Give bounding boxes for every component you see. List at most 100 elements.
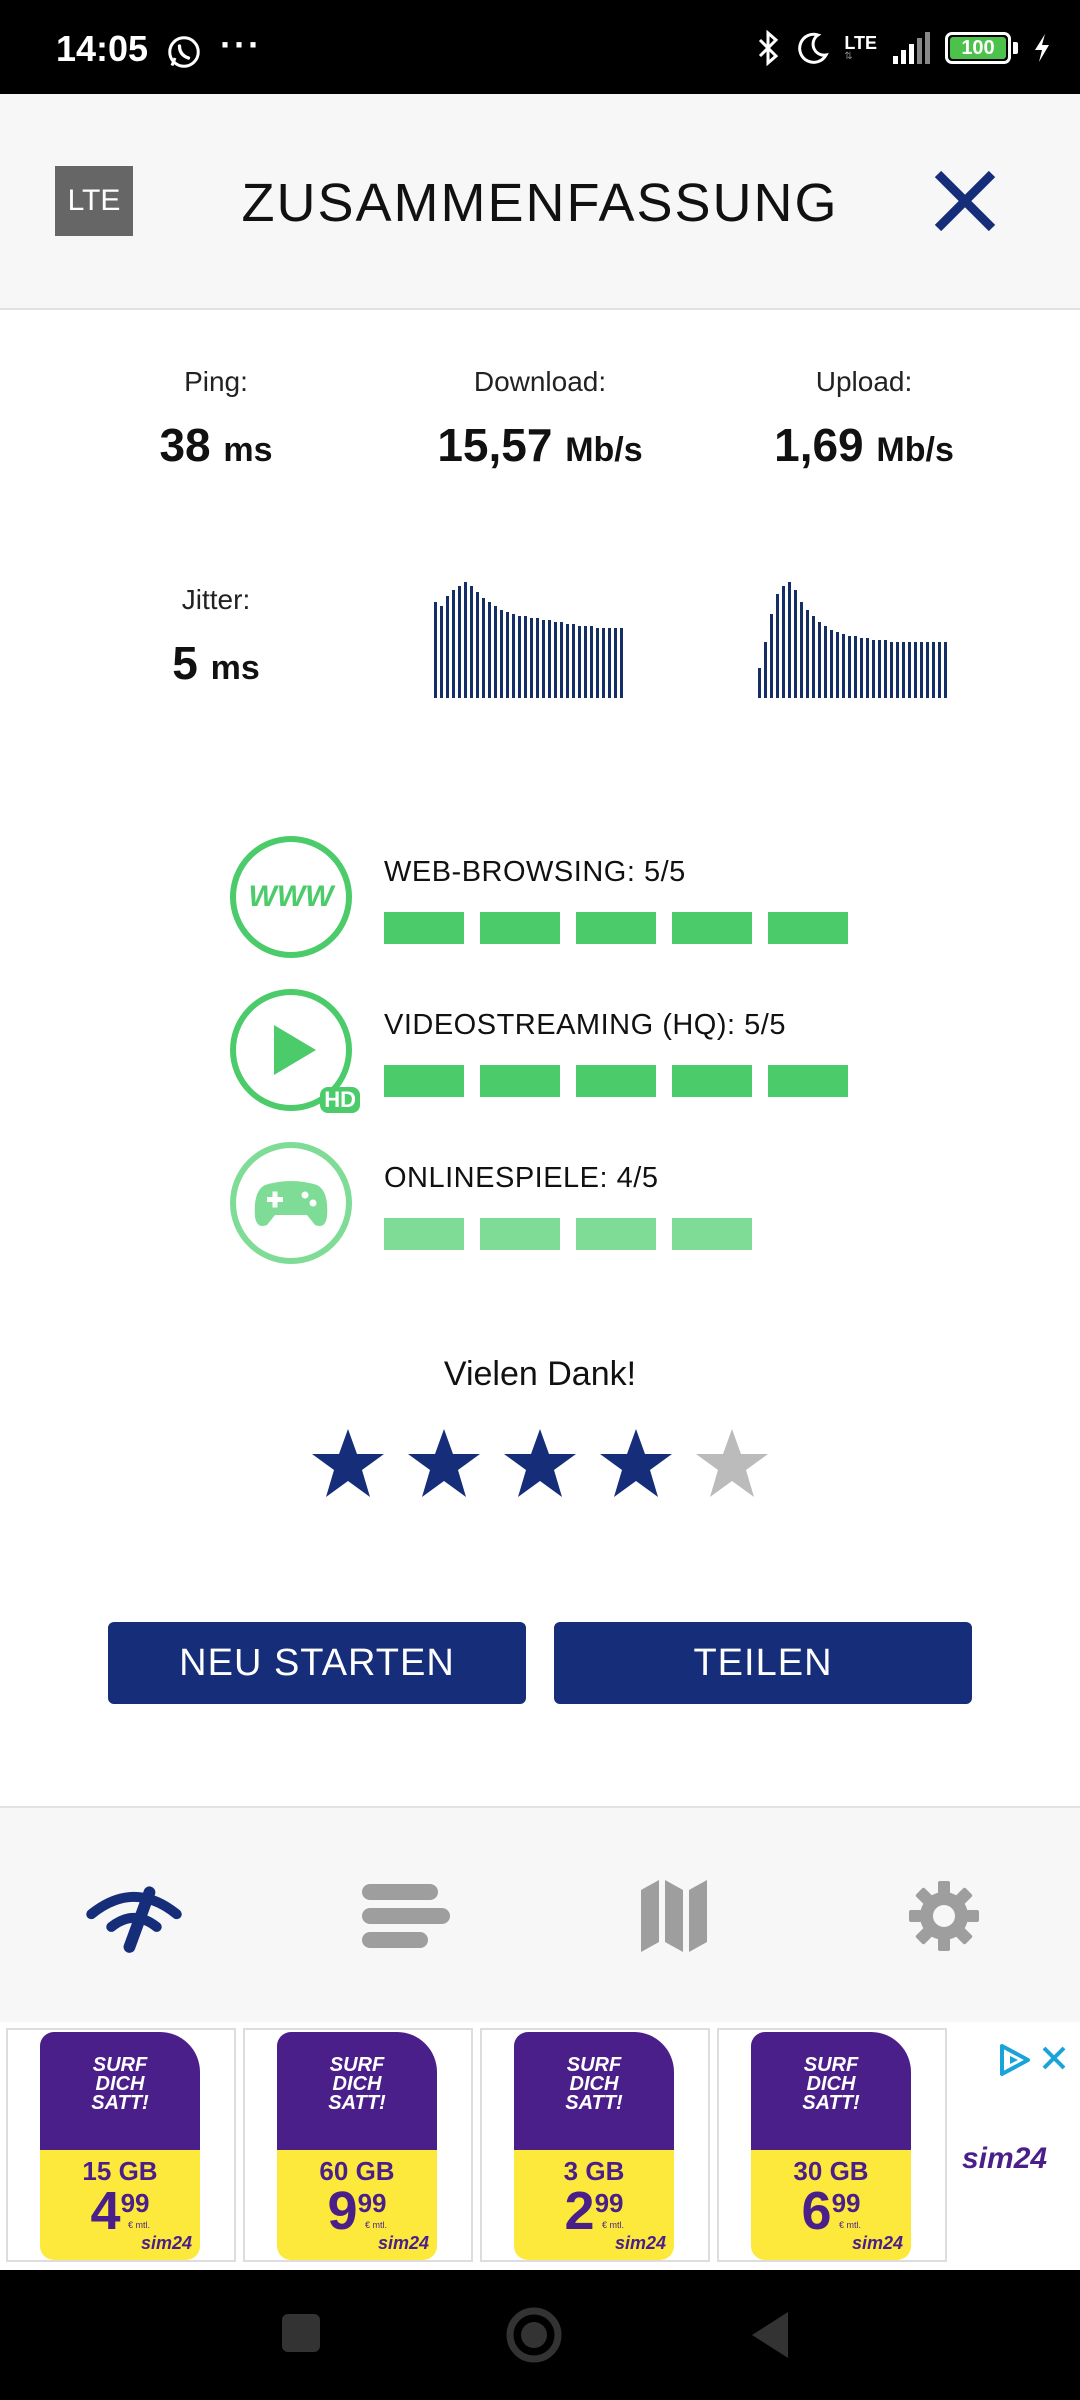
- score-bar: [384, 1218, 464, 1250]
- settings-icon: [909, 1881, 979, 1951]
- upload-graph-bar: [800, 602, 803, 698]
- ad-brand: sim24: [377, 2233, 429, 2253]
- nav-settings[interactable]: [894, 1876, 994, 1956]
- score-bar: [576, 1218, 656, 1250]
- web-browsing-label: WEB-BROWSING: 5/5: [384, 856, 686, 888]
- bluetooth-icon: [759, 30, 779, 66]
- upload-label: Upload:: [815, 366, 913, 397]
- onlinespiele-score-bars: [384, 1218, 752, 1250]
- history-icon: [362, 1884, 450, 1948]
- data-arrows-icon: ⇅: [844, 51, 853, 62]
- upload-graph-bar: [896, 642, 899, 698]
- upload-graph: [758, 578, 947, 698]
- upload-graph-bar: [884, 640, 887, 698]
- download-graph-bar: [602, 628, 605, 698]
- upload-graph-bar: [860, 638, 863, 698]
- more-notifications-icon: ···: [220, 24, 262, 65]
- gamepad-shape-icon: [254, 1181, 328, 1226]
- ad-banner[interactable]: SURF DICH SATT! 15 GB 499 € mtl. sim24 SURF DICH…: [0, 2022, 1080, 2270]
- ad-offer-card[interactable]: SURF DICH SATT! 15 GB 499 € mtl. sim24: [6, 2028, 236, 2262]
- upload-graph-bar: [890, 642, 893, 698]
- star-filled-icon[interactable]: [598, 1425, 674, 1501]
- upload-graph-bar: [782, 586, 785, 698]
- ad-close-icon[interactable]: [1040, 2044, 1068, 2072]
- download-graph-bar: [542, 620, 545, 698]
- download-graph-bar: [578, 626, 581, 698]
- download-graph-bar: [530, 618, 533, 698]
- jitter-label: Jitter:: [181, 584, 251, 615]
- battery-tip: [1013, 42, 1018, 54]
- upload-graph-bar: [764, 642, 767, 698]
- restart-button[interactable]: NEU STARTEN: [108, 1622, 526, 1704]
- ping-label: Ping:: [184, 366, 248, 397]
- score-bar: [768, 912, 848, 944]
- adchoices-icon[interactable]: [996, 2042, 1032, 2078]
- upload-graph-bar: [854, 636, 857, 698]
- recent-apps-icon[interactable]: [282, 2314, 320, 2352]
- upload-graph-bar: [824, 626, 827, 698]
- ad-price: 999: [327, 2181, 387, 2241]
- star-empty-icon[interactable]: [694, 1425, 770, 1501]
- upload-graph-bar: [794, 590, 797, 698]
- nav-speedtest[interactable]: [84, 1876, 184, 1956]
- ad-per-month: € mtl.: [839, 2220, 862, 2230]
- upload-graph-bar: [758, 668, 761, 698]
- upload-graph-bar: [830, 630, 833, 698]
- do-not-disturb-moon-icon: [798, 32, 830, 64]
- download-graph-bar: [566, 624, 569, 698]
- download-graph-bar: [590, 626, 593, 698]
- system-navigation-bar: [0, 2270, 1080, 2400]
- charging-icon: [1035, 34, 1049, 62]
- star-filled-icon[interactable]: [310, 1425, 386, 1501]
- play-triangle-icon: [274, 1025, 316, 1075]
- download-graph-bar: [452, 590, 455, 698]
- ad-brand: sim24: [614, 2233, 666, 2253]
- ad-offer-card[interactable]: SURF DICH SATT! 60 GB 999 € mtl. sim24: [243, 2028, 473, 2262]
- star-filled-icon[interactable]: [502, 1425, 578, 1501]
- ad-offer-card[interactable]: SURF DICH SATT! 3 GB 299 € mtl. sim24: [480, 2028, 710, 2262]
- download-graph-bar: [470, 586, 473, 698]
- www-icon: WWW: [230, 836, 352, 958]
- download-graph-bar: [488, 602, 491, 698]
- download-graph-bar: [614, 628, 617, 698]
- nav-map[interactable]: [624, 1876, 724, 1956]
- thank-you-text: Vielen Dank!: [443, 1355, 637, 1393]
- close-icon[interactable]: [928, 164, 1002, 238]
- sim-card-graphic: SURF DICH SATT! 30 GB 699 € mtl. sim24: [751, 2032, 911, 2260]
- share-button[interactable]: TEILEN: [554, 1622, 972, 1704]
- nav-history[interactable]: [354, 1876, 454, 1956]
- ad-offer-card[interactable]: SURF DICH SATT! 30 GB 699 € mtl. sim24: [717, 2028, 947, 2262]
- ad-per-month: € mtl.: [128, 2220, 151, 2230]
- upload-graph-bar: [878, 640, 881, 698]
- ad-price: 299: [564, 2181, 624, 2241]
- download-graph-bar: [608, 628, 611, 698]
- download-label: Download:: [473, 366, 607, 397]
- gamepad-icon: [230, 1142, 352, 1264]
- download-graph-bar: [548, 620, 551, 698]
- score-bar: [480, 1065, 560, 1097]
- sim24-logo[interactable]: sim24: [962, 2142, 1047, 2176]
- ad-headline: SURF DICH SATT!: [277, 2032, 437, 2150]
- score-bar: [384, 1065, 464, 1097]
- score-bar: [768, 1065, 848, 1097]
- home-icon[interactable]: [505, 2306, 563, 2364]
- map-icon: [641, 1880, 707, 1952]
- download-graph-bar: [584, 626, 587, 698]
- star-filled-icon[interactable]: [406, 1425, 482, 1501]
- download-graph-bar: [446, 596, 449, 698]
- download-graph-bar: [512, 614, 515, 698]
- videostreaming-score-bars: [384, 1065, 848, 1097]
- play-hd-icon: HD: [230, 989, 360, 1113]
- back-icon[interactable]: [748, 2310, 792, 2360]
- whatsapp-icon: [168, 36, 200, 68]
- score-bar: [672, 1218, 752, 1250]
- score-bar: [480, 912, 560, 944]
- download-graph-bar: [536, 618, 539, 698]
- ad-per-month: € mtl.: [365, 2220, 388, 2230]
- star-rating[interactable]: [310, 1425, 770, 1501]
- status-bar: 14:05 ··· LTE ⇅ 100: [0, 0, 1080, 94]
- upload-graph-bar: [902, 642, 905, 698]
- download-graph-bar: [482, 598, 485, 698]
- speedtest-icon: [86, 1886, 182, 1953]
- download-graph-bar: [464, 582, 467, 698]
